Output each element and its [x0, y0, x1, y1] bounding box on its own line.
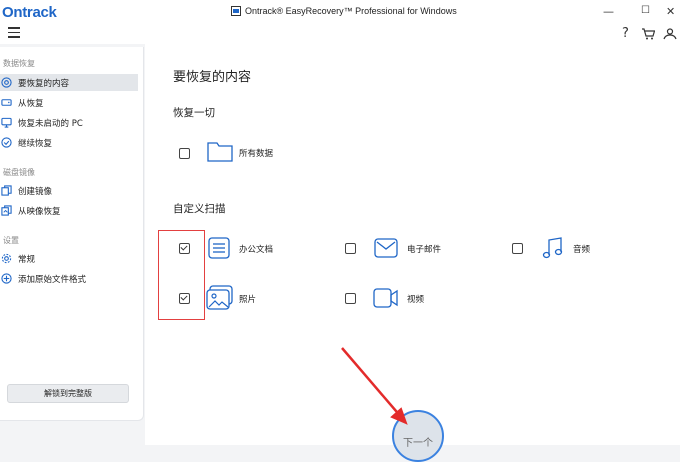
sidebar-item-label: 继续恢复	[18, 138, 53, 149]
sidebar-item-label: 从恢复	[18, 98, 44, 109]
sidebar-item-general[interactable]: 常规	[0, 250, 138, 267]
help-icon[interactable]: ?	[622, 26, 629, 41]
cart-icon[interactable]	[641, 28, 655, 40]
sidebar-item-what-to-recover[interactable]: 要恢复的内容	[0, 74, 138, 91]
sidebar-item-resume-recovery[interactable]: 继续恢复	[0, 134, 138, 151]
gear-icon	[1, 253, 12, 264]
section-title-disk-image: 磁盘镜像	[3, 168, 35, 177]
photos-label: 照片	[239, 295, 257, 305]
minimize-button[interactable]: —	[603, 5, 614, 18]
unlock-full-version-button[interactable]: 解锁到完整版	[7, 384, 129, 403]
copy-icon	[1, 185, 12, 196]
image-restore-icon	[1, 205, 12, 216]
all-data-checkbox[interactable]	[179, 148, 190, 159]
folder-icon	[207, 142, 233, 162]
email-label: 电子邮件	[407, 245, 442, 255]
window-title: Ontrack® EasyRecovery™ Professional for …	[245, 6, 457, 16]
custom-scan-heading: 自定义扫描	[173, 203, 226, 215]
section-title-data-recovery: 数据恢复	[3, 59, 35, 68]
video-checkbox[interactable]	[345, 293, 356, 304]
add-circle-icon	[1, 273, 12, 284]
sidebar-item-label: 添加原始文件格式	[18, 274, 87, 285]
all-data-label: 所有数据	[239, 149, 274, 159]
app-logo: Ontrack	[2, 4, 57, 21]
audio-label: 音频	[573, 245, 591, 255]
email-icon	[374, 238, 398, 258]
target-icon	[1, 77, 12, 88]
office-documents-checkbox[interactable]	[179, 243, 190, 254]
app-icon	[231, 6, 241, 16]
photos-checkbox[interactable]	[179, 293, 190, 304]
sidebar-item-create-image[interactable]: 创建镜像	[0, 182, 138, 199]
next-button-label: 下一个	[403, 437, 433, 449]
sidebar-item-label: 恢复未启动的 PC	[18, 118, 83, 129]
photo-icon	[206, 285, 233, 310]
toolbar: ?	[0, 24, 680, 44]
sidebar-item-restore-from-image[interactable]: 从映像恢复	[0, 202, 138, 219]
music-note-icon	[542, 237, 563, 259]
sidebar-item-recover-unbootable-pc[interactable]: 恢复未启动的 PC	[0, 114, 138, 131]
sidebar-item-label: 要恢复的内容	[18, 78, 70, 89]
window-title-group: Ontrack® EasyRecovery™ Professional for …	[231, 6, 457, 16]
sidebar-item-recover-from[interactable]: 从恢复	[0, 94, 138, 111]
video-camera-icon	[373, 288, 398, 308]
close-button[interactable]: ✕	[666, 5, 675, 18]
sidebar-item-add-raw-formats[interactable]: 添加原始文件格式	[0, 270, 138, 287]
restore-all-heading: 恢复一切	[173, 107, 215, 119]
sidebar: 数据恢复 要恢复的内容 从恢复 恢复未启动的 PC 继续恢复 磁盘镜像 创建镜像…	[0, 47, 144, 421]
page-title: 要恢复的内容	[173, 70, 252, 85]
main-content: 要恢复的内容 恢复一切 所有数据 自定义扫描 办公文档 电子邮件 音频 照片 视…	[145, 44, 680, 462]
video-label: 视频	[407, 295, 425, 305]
menu-icon[interactable]	[8, 27, 20, 41]
monitor-icon	[1, 117, 12, 128]
maximize-button[interactable]: ☐	[641, 5, 650, 16]
drive-icon	[1, 99, 12, 106]
sidebar-item-label: 常规	[18, 254, 36, 265]
email-checkbox[interactable]	[345, 243, 356, 254]
section-title-settings: 设置	[3, 236, 19, 245]
next-button[interactable]: 下一个	[392, 410, 444, 462]
title-bar: Ontrack Ontrack® EasyRecovery™ Professio…	[0, 0, 680, 24]
account-icon[interactable]	[663, 28, 677, 40]
check-circle-icon	[1, 137, 12, 148]
audio-checkbox[interactable]	[512, 243, 523, 254]
sidebar-item-label: 创建镜像	[18, 186, 53, 197]
document-icon	[208, 237, 230, 259]
sidebar-item-label: 从映像恢复	[18, 206, 61, 217]
office-documents-label: 办公文档	[239, 245, 274, 255]
